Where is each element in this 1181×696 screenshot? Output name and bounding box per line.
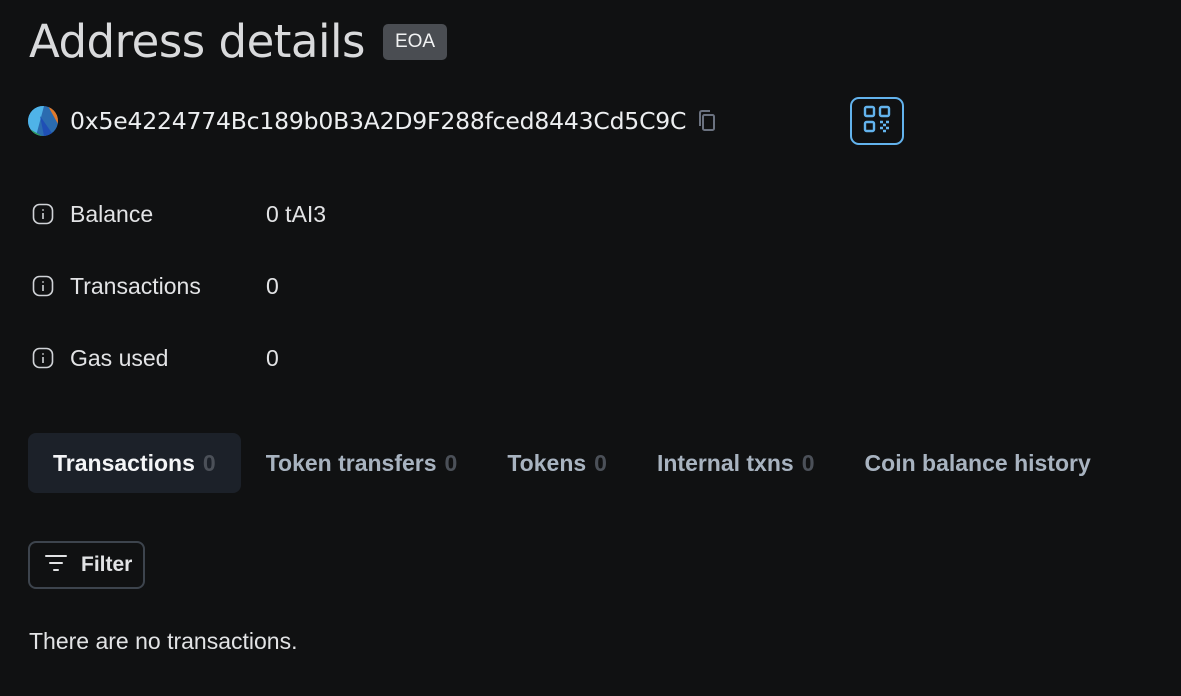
tab-count: 0 [444,449,458,476]
tab-label: Coin balance history [864,449,1091,476]
address-row: 0x5e4224774Bc189b0B3A2D9F288fced8443Cd5C… [28,97,904,145]
stat-row-transactions: Transactions 0 [32,271,279,301]
address-hash: 0x5e4224774Bc189b0B3A2D9F288fced8443Cd5C… [70,107,687,135]
tab-label: Transactions [53,449,195,476]
filter-label: Filter [81,553,133,576]
tab-count: 0 [202,449,216,476]
stat-value-gas-used: 0 [266,344,279,371]
tab-label: Token transfers [265,449,437,476]
stat-label-gas-used: Gas used [70,344,169,371]
stat-label-balance: Balance [70,200,154,227]
copy-icon[interactable] [696,109,718,133]
tab-coin-balance-history[interactable]: Coin balance history [840,433,1116,493]
stat-value-transactions: 0 [266,272,279,299]
address-details-page: Address details EOA 0x5e4224774Bc189b0B3… [0,0,1181,696]
tab-count: 0 [594,449,607,476]
tab-label: Tokens [507,449,587,476]
qr-code-button[interactable] [850,97,904,145]
tab-transactions[interactable]: Transactions 0 [28,433,241,493]
stat-label-transactions: Transactions [70,272,201,299]
filter-icon [45,554,67,577]
info-icon[interactable] [32,203,54,225]
filter-button[interactable]: Filter [28,541,145,589]
address-type-badge: EOA [382,24,448,60]
stat-row-gas-used: Gas used 0 [32,343,279,373]
info-icon[interactable] [32,275,54,297]
stat-row-balance: Balance 0 tAI3 [32,199,326,229]
tab-internal-txns[interactable]: Internal txns 0 [632,433,840,493]
tab-tokens[interactable]: Tokens 0 [482,433,632,493]
tab-label: Internal txns [656,449,794,476]
stat-value-balance: 0 tAI3 [266,200,327,227]
tab-bar: Transactions 0 Token transfers 0 Tokens … [28,433,1116,493]
tab-token-transfers[interactable]: Token transfers 0 [241,433,483,493]
identicon-avatar [28,106,58,136]
page-title: Address details [29,15,365,68]
qr-code-icon [863,105,891,138]
tab-count: 0 [801,449,815,476]
info-icon[interactable] [32,347,54,369]
title-row: Address details EOA [29,14,448,70]
empty-state-message: There are no transactions. [29,628,298,654]
